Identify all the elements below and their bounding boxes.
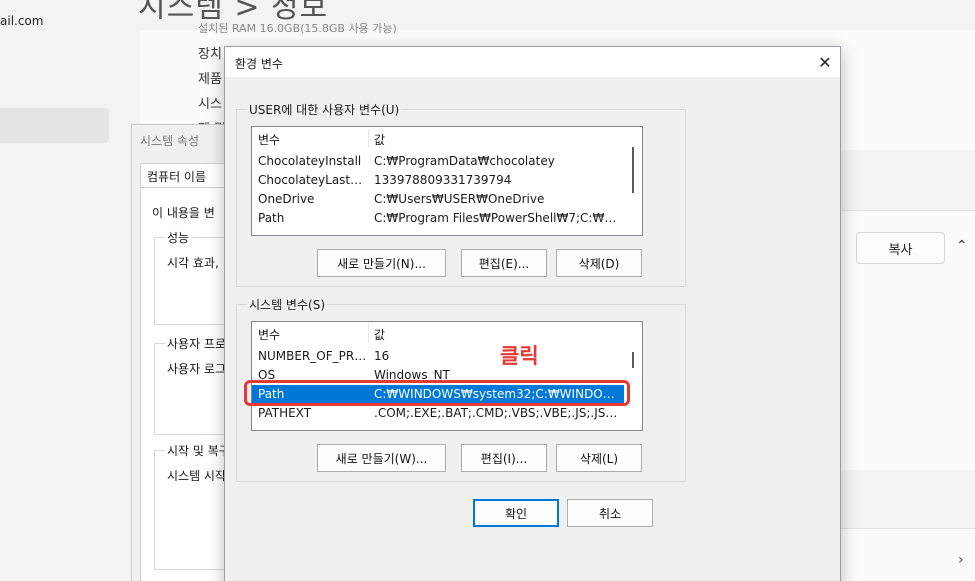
- system-variables-list[interactable]: 변수 값 NUMBER_OF_PROCESSORS 16 OS Windows_…: [251, 321, 643, 431]
- column-header-variable[interactable]: 변수: [258, 326, 280, 343]
- close-icon[interactable]: ✕: [810, 47, 840, 77]
- spec-label-product: 제품: [198, 72, 222, 87]
- spec-label-system: 시스: [198, 97, 222, 112]
- list-item[interactable]: OneDrive C:₩Users₩USER₩OneDrive: [252, 190, 626, 209]
- list-item[interactable]: ChocolateyLastPathUpdate 133978809331739…: [252, 171, 626, 190]
- scrollbar-thumb[interactable]: [632, 147, 634, 193]
- system-delete-button[interactable]: 삭제(L): [556, 444, 642, 472]
- user-list-scrollbar[interactable]: [624, 127, 642, 235]
- system-edit-button[interactable]: 편집(I)...: [461, 444, 547, 472]
- performance-group-text: 시각 효과,: [167, 256, 219, 270]
- performance-group-label: 성능: [165, 229, 192, 246]
- settings-sidebar: [0, 0, 140, 581]
- account-email: ail.com: [0, 14, 44, 28]
- chevron-up-icon[interactable]: ⌃: [956, 238, 968, 254]
- startup-recovery-group-label: 시작 및 복구: [165, 442, 232, 459]
- path-highlight-box: [244, 380, 630, 406]
- list-header: 변수 값: [252, 127, 626, 149]
- chevron-right-icon[interactable]: ›: [958, 552, 964, 568]
- scrollbar-thumb[interactable]: [632, 352, 634, 368]
- variable-value: C:₩Users₩USER₩OneDrive: [374, 192, 545, 206]
- column-divider[interactable]: [368, 129, 369, 147]
- system-list-scrollbar[interactable]: [624, 322, 642, 430]
- list-item[interactable]: Path C:₩Program Files₩PowerShell₩7;C:₩Us…: [252, 209, 626, 228]
- variable-name: ChocolateyInstall: [258, 154, 362, 168]
- system-variables-group-label: 시스템 변수(S): [247, 296, 327, 313]
- related-settings-card: [838, 528, 975, 581]
- user-profile-group-label: 사용자 프로: [165, 335, 229, 352]
- column-header-value[interactable]: 값: [374, 131, 385, 148]
- user-delete-button[interactable]: 삭제(D): [556, 249, 642, 277]
- ok-button[interactable]: 확인: [473, 499, 559, 527]
- user-edit-button[interactable]: 편집(E)...: [461, 249, 547, 277]
- variable-name: Path: [258, 211, 285, 225]
- user-profile-group-text: 사용자 로그: [167, 362, 227, 376]
- list-header: 변수 값: [252, 322, 626, 344]
- dialog-title: 환경 변수: [235, 57, 283, 71]
- user-variables-list[interactable]: 변수 값 ChocolateyInstall C:₩ProgramData₩ch…: [251, 126, 643, 236]
- system-new-button[interactable]: 새로 만들기(W)...: [317, 444, 446, 472]
- user-variables-group: USER에 대한 사용자 변수(U) 변수 값 ChocolateyInstal…: [236, 101, 686, 287]
- system-properties-title: 시스템 속성: [140, 134, 200, 148]
- variable-value: .COM;.EXE;.BAT;.CMD;.VBS;.VBE;.JS;.JSE;.…: [374, 406, 622, 420]
- list-item[interactable]: ChocolateyInstall C:₩ProgramData₩chocola…: [252, 152, 626, 171]
- variable-name: PATHEXT: [258, 406, 312, 420]
- variable-value: C:₩Program Files₩PowerShell₩7;C:₩Users₩U…: [374, 211, 622, 225]
- column-header-variable[interactable]: 변수: [258, 131, 280, 148]
- variable-name: ChocolateyLastPathUpdate: [258, 173, 368, 187]
- variable-name: NUMBER_OF_PROCESSORS: [258, 349, 368, 363]
- environment-variables-dialog: 환경 변수 ✕ USER에 대한 사용자 변수(U) 변수 값 Chocolat…: [224, 46, 841, 581]
- list-item[interactable]: NUMBER_OF_PROCESSORS 16: [252, 347, 626, 366]
- click-annotation-text: 클릭: [500, 344, 539, 368]
- user-variables-group-label: USER에 대한 사용자 변수(U): [247, 101, 402, 118]
- ram-spec: 설치된 RAM 16.0GB(15.8GB 사용 가능): [198, 22, 397, 35]
- column-header-value[interactable]: 값: [374, 326, 385, 343]
- admin-hint-text: 이 내용을 변: [152, 206, 215, 220]
- column-divider[interactable]: [368, 324, 369, 342]
- startup-recovery-group-text: 시스템 시작: [167, 469, 227, 483]
- user-new-button[interactable]: 새로 만들기(N)...: [317, 249, 446, 277]
- dialog-titlebar[interactable]: 환경 변수 ✕: [225, 47, 840, 77]
- variable-value: 133978809331739794: [374, 173, 512, 187]
- variable-value: 16: [374, 349, 390, 363]
- copy-button[interactable]: 복사: [856, 232, 945, 264]
- variable-name: OneDrive: [258, 192, 315, 206]
- list-item[interactable]: PATHEXT .COM;.EXE;.BAT;.CMD;.VBS;.VBE;.J…: [252, 404, 626, 423]
- variable-value: C:₩ProgramData₩chocolatey: [374, 154, 555, 168]
- spec-label-device: 장치: [198, 47, 222, 62]
- cancel-button[interactable]: 취소: [567, 499, 653, 527]
- sidebar-selected-item[interactable]: [0, 108, 109, 143]
